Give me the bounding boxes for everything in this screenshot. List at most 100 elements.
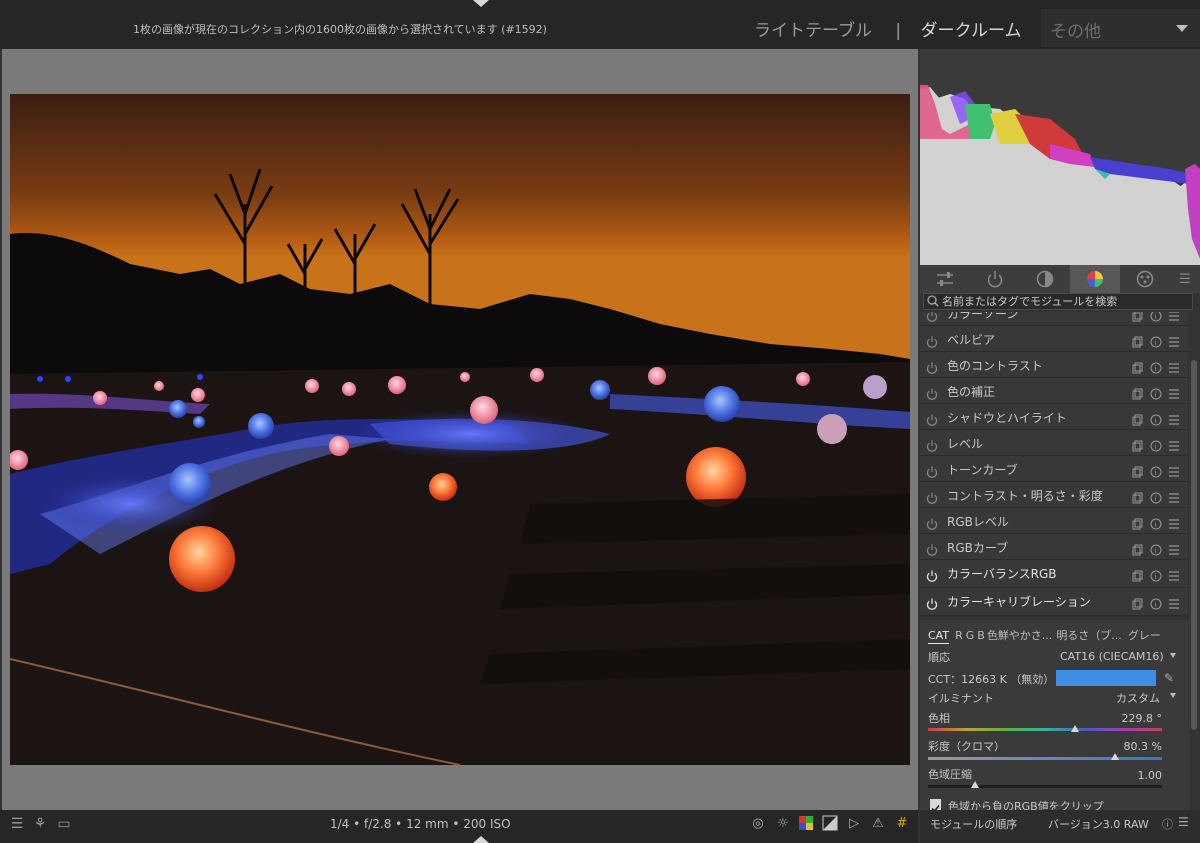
chroma-slider-handle[interactable] — [1111, 753, 1120, 760]
presets-menu-icon[interactable]: ☰ — [1170, 265, 1200, 293]
tab-color-modules[interactable] — [1070, 265, 1120, 293]
raw-overexposed-icon[interactable]: ▷ — [845, 815, 863, 833]
power-icon[interactable] — [926, 515, 938, 530]
tab-brightness[interactable]: 明るさ（ブ... — [1056, 629, 1122, 642]
tab-b[interactable]: B — [977, 629, 985, 642]
color-picker-icon[interactable]: ✎ — [1164, 671, 1174, 685]
color-assessment-icon[interactable] — [797, 815, 815, 833]
power-icon[interactable] — [926, 437, 938, 452]
svg-text:i: i — [1155, 313, 1157, 321]
module-row[interactable]: シャドウとハイライト i — [920, 404, 1188, 430]
power-icon[interactable] — [926, 312, 938, 322]
display-icon[interactable]: ▭ — [55, 815, 73, 833]
version-label: バージョン3.0 RAW — [1048, 818, 1149, 831]
power-icon[interactable] — [926, 463, 938, 478]
module-row[interactable]: ベルビア i — [920, 326, 1188, 352]
tab-colorfulness[interactable]: 色鮮やかさ... — [987, 629, 1053, 642]
module-row[interactable]: RGBカーブ i — [920, 534, 1188, 560]
power-icon[interactable] — [926, 489, 938, 504]
module-actions[interactable]: i — [1132, 515, 1182, 530]
adaptation-label: 順応 — [928, 651, 950, 664]
menu-icon[interactable]: ☰ — [1178, 815, 1189, 829]
view-separator: | — [895, 21, 902, 41]
gamut-value: 1.00 — [1137, 769, 1163, 782]
module-order-label[interactable]: モジュールの順序 — [930, 816, 1017, 832]
info-icon[interactable]: ⓘ — [1162, 816, 1173, 832]
module-actions[interactable]: i — [1132, 463, 1182, 478]
power-icon[interactable] — [926, 595, 938, 610]
module-row[interactable]: 色のコントラスト i — [920, 352, 1188, 378]
module-actions[interactable]: i — [1132, 385, 1182, 400]
left-panel-edge[interactable] — [0, 49, 2, 810]
module-actions[interactable]: i — [1132, 437, 1182, 452]
module-row[interactable]: 色の補正 i — [920, 378, 1188, 404]
overexposed-icon[interactable] — [821, 815, 839, 833]
effects-icon — [1136, 270, 1154, 288]
module-actions[interactable]: i — [1132, 541, 1182, 556]
hue-slider-handle[interactable] — [1071, 725, 1080, 732]
module-name: ベルビア — [947, 333, 996, 347]
module-actions[interactable]: i — [1132, 489, 1182, 504]
power-icon[interactable] — [926, 359, 938, 374]
other-views-dropdown[interactable]: その他 — [1041, 9, 1200, 47]
tone-icon — [1036, 270, 1054, 288]
module-scrollbar[interactable] — [1191, 360, 1197, 730]
tab-gray[interactable]: グレー — [1128, 629, 1161, 642]
module-row[interactable]: カラーバランスRGB i — [920, 560, 1188, 588]
view-darkroom[interactable]: ダークルーム — [921, 21, 1022, 41]
module-row[interactable]: カラーゾーン i — [920, 312, 1188, 326]
tab-active-modules[interactable] — [920, 265, 970, 293]
focus-peaking-icon[interactable]: ◎ — [749, 815, 767, 833]
module-actions[interactable]: i — [1132, 333, 1182, 348]
module-actions[interactable]: i — [1132, 411, 1182, 426]
hue-slider[interactable] — [928, 728, 1162, 731]
module-row[interactable]: トーンカーブ i — [920, 456, 1188, 482]
chroma-slider[interactable] — [928, 757, 1162, 760]
clip-negative-checkbox[interactable] — [930, 799, 941, 813]
styles-icon[interactable]: ⚘ — [31, 815, 49, 833]
illuminant-dropdown[interactable]: カスタム — [1060, 690, 1160, 706]
adaptation-dropdown[interactable]: CAT16 (CIECAM16) — [1060, 650, 1164, 663]
module-name: トーンカーブ — [947, 463, 1018, 477]
illuminant-color-swatch[interactable] — [1056, 670, 1156, 686]
color-icon — [1087, 271, 1103, 287]
module-row[interactable]: RGBレベル i — [920, 508, 1188, 534]
tab-base-modules[interactable] — [970, 265, 1020, 293]
power-icon[interactable] — [926, 411, 938, 426]
selection-status: 1枚の画像が現在のコレクション内の1600枚の画像から選択されています (#15… — [133, 23, 547, 36]
gamut-check-icon[interactable]: ⚠ — [869, 815, 887, 833]
collapse-bottom-arrow-icon[interactable] — [473, 836, 489, 843]
bulb-icon[interactable]: ☼ — [774, 815, 792, 833]
module-actions[interactable]: i — [1132, 312, 1182, 322]
power-icon[interactable] — [926, 385, 938, 400]
menu-icon[interactable]: ☰ — [8, 815, 26, 833]
tab-effect-modules[interactable] — [1120, 265, 1170, 293]
module-row[interactable]: コントラスト・明るさ・彩度 i — [920, 482, 1188, 508]
view-lighttable[interactable]: ライトテーブル — [754, 21, 872, 41]
power-icon — [987, 271, 1003, 288]
gamut-slider[interactable] — [928, 785, 1162, 788]
tab-g[interactable]: G — [966, 629, 975, 642]
module-name: カラーバランスRGB — [947, 567, 1057, 581]
power-icon[interactable] — [926, 333, 938, 348]
module-group-tabs: ☰ — [920, 265, 1200, 293]
photo-canvas[interactable] — [10, 94, 910, 765]
power-icon[interactable] — [926, 567, 938, 582]
tab-r[interactable]: R — [955, 629, 963, 642]
module-actions[interactable]: i — [1132, 567, 1182, 582]
search-input[interactable] — [942, 294, 1190, 309]
tab-tone-modules[interactable] — [1020, 265, 1070, 293]
module-actions[interactable]: i — [1132, 595, 1182, 610]
power-icon[interactable] — [926, 541, 938, 556]
module-search — [923, 293, 1193, 310]
collapse-top-arrow-icon[interactable] — [473, 0, 489, 7]
guides-icon[interactable]: # — [893, 815, 911, 833]
module-row[interactable]: カラーキャリブレーション i — [920, 588, 1188, 616]
gamut-slider-handle[interactable] — [970, 781, 979, 788]
module-row[interactable]: レベル i — [920, 430, 1188, 456]
search-icon — [927, 295, 939, 307]
module-actions[interactable]: i — [1132, 359, 1182, 374]
calibration-tabs: CAT R G B 色鮮やかさ... 明るさ（ブ... グレー — [928, 627, 1167, 644]
tab-cat[interactable]: CAT — [928, 629, 950, 644]
histogram[interactable] — [920, 49, 1200, 265]
